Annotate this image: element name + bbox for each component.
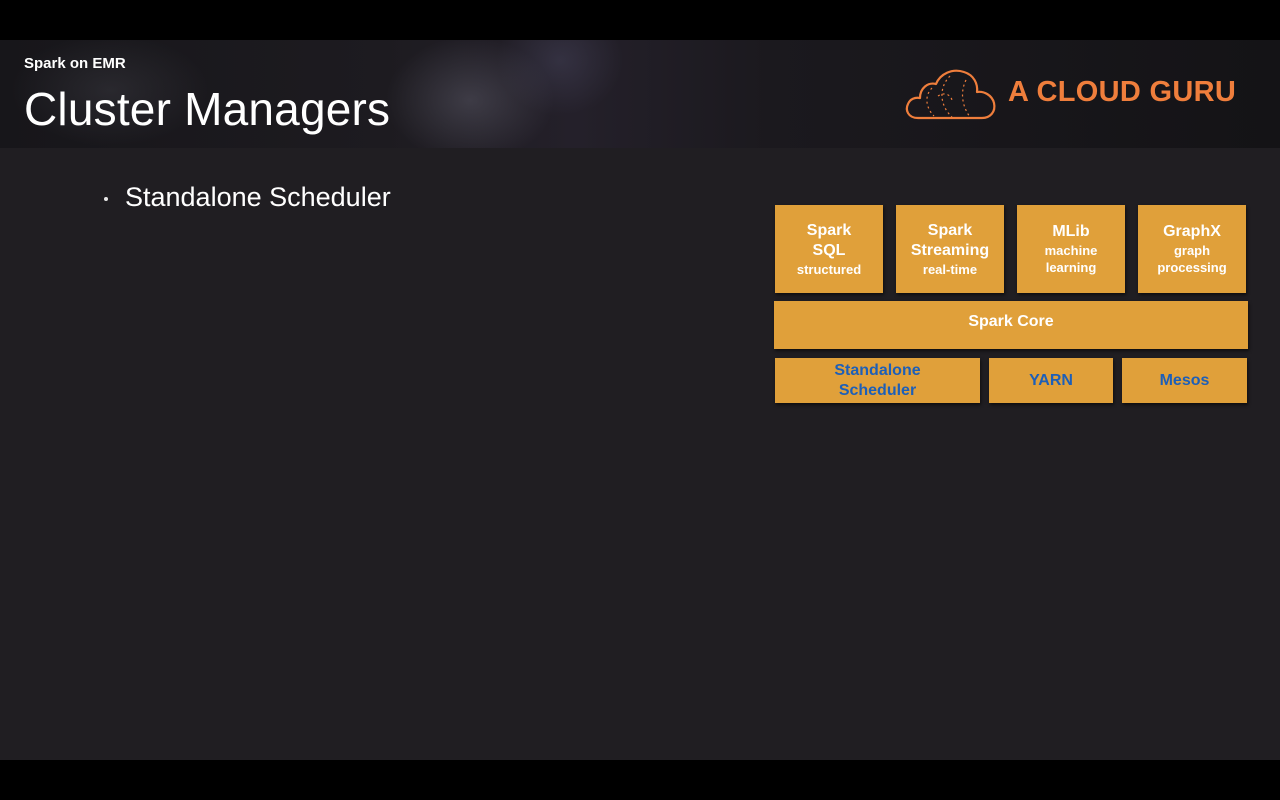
video-frame: Spark on EMR Cluster Managers A CLOUD GU… [0, 0, 1280, 800]
box-label: MLib [1052, 223, 1090, 240]
mlib-box: MLib machine learning [1017, 205, 1125, 293]
box-label: Standalone Scheduler [834, 361, 921, 399]
slide-title: Cluster Managers [24, 83, 391, 135]
box-sublabel: real-time [922, 261, 978, 277]
box-sublabel: machine learning [1044, 243, 1098, 275]
box-label: Spark Streaming [910, 221, 990, 259]
bullet-text: Standalone Scheduler [125, 182, 391, 212]
yarn-box: YARN [989, 358, 1113, 403]
graphx-box: GraphX graph processing [1138, 205, 1246, 293]
box-label: Mesos [1159, 371, 1210, 389]
bullet-dot-icon [104, 197, 108, 201]
box-label: Spark SQL [806, 221, 852, 259]
letterbox-top [0, 0, 1280, 40]
box-label: YARN [1029, 371, 1073, 389]
spark-sql-box: Spark SQL structured [775, 205, 883, 293]
mesos-box: Mesos [1122, 358, 1247, 403]
slide: Spark on EMR Cluster Managers A CLOUD GU… [0, 40, 1280, 760]
box-sublabel: graph processing [1157, 243, 1227, 275]
box-label: Spark Core [968, 313, 1054, 330]
a-cloud-guru-logo: A CLOUD GURU [904, 66, 1244, 122]
spark-core-box: Spark Core [774, 301, 1248, 349]
spark-streaming-box: Spark Streaming real-time [896, 205, 1004, 293]
standalone-scheduler-box: Standalone Scheduler [775, 358, 980, 403]
letterbox-bottom [0, 760, 1280, 800]
box-sublabel: structured [796, 261, 862, 277]
box-label: GraphX [1163, 223, 1221, 240]
cloud-icon [905, 69, 996, 120]
slide-header: Spark on EMR Cluster Managers A CLOUD GU… [0, 40, 1280, 148]
logo-text: A CLOUD GURU [1008, 76, 1237, 108]
slide-subtitle: Spark on EMR [24, 55, 126, 72]
